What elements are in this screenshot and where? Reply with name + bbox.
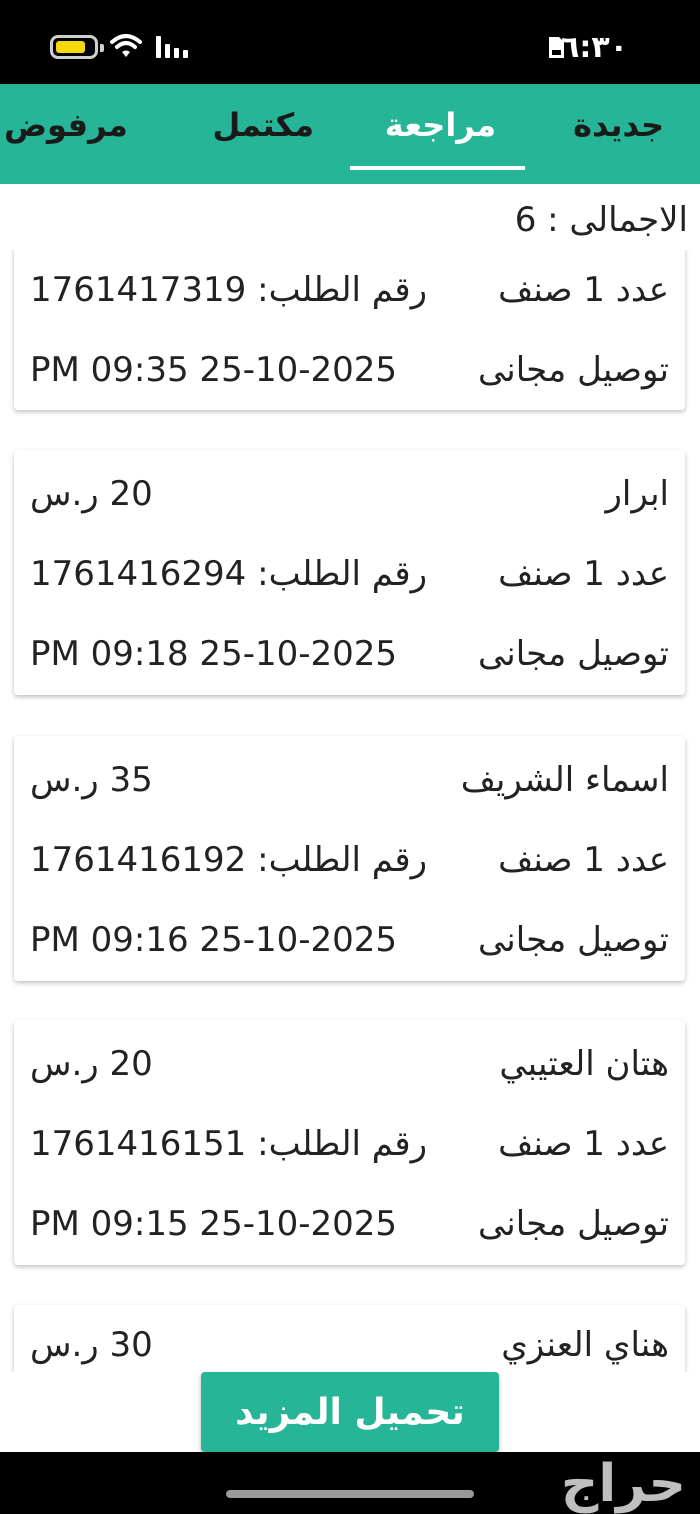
active-tab-indicator xyxy=(350,166,525,170)
items-count: عدد 1 صنف xyxy=(498,840,669,880)
home-indicator[interactable] xyxy=(226,1490,474,1498)
items-count: عدد 1 صنف xyxy=(498,270,669,310)
order-row-customer: هتان العتيبي 20 ر.س xyxy=(14,1044,685,1094)
order-row-items: عدد 1 صنف رقم الطلب: 1761416294 xyxy=(14,554,685,604)
battery-level-fill xyxy=(56,41,85,53)
orders-list[interactable]: عدد 1 صنف رقم الطلب: 1761417319 توصيل مج… xyxy=(0,250,700,1372)
order-card[interactable]: هناي العنزي 30 ر.س xyxy=(14,1305,685,1372)
customer-name: هتان العتيبي xyxy=(499,1044,669,1084)
items-count: عدد 1 صنف xyxy=(498,1124,669,1164)
order-card[interactable]: اسماء الشريف 35 ر.س عدد 1 صنف رقم الطلب:… xyxy=(14,736,685,981)
status-bar: ٦:٣٠ xyxy=(0,0,700,84)
wifi-icon xyxy=(110,34,142,57)
tab-rejected[interactable]: مرفوض xyxy=(4,106,128,144)
customer-name: هناي العنزي xyxy=(501,1325,669,1365)
order-card[interactable]: عدد 1 صنف رقم الطلب: 1761417319 توصيل مج… xyxy=(14,250,685,410)
order-price: 20 ر.س xyxy=(30,474,153,514)
delivery-type: توصيل مجانى xyxy=(477,350,669,390)
order-number: رقم الطلب: 1761417319 xyxy=(30,270,428,310)
load-more-button[interactable]: تحميل المزيد xyxy=(201,1372,499,1452)
battery-icon xyxy=(50,35,104,59)
tab-review[interactable]: مراجعة xyxy=(385,106,496,144)
signal-icon xyxy=(156,36,188,58)
order-card[interactable]: ابرار 20 ر.س عدد 1 صنف رقم الطلب: 176141… xyxy=(14,450,685,695)
order-row-delivery: توصيل مجانى PM 09:18 25-10-2025 xyxy=(14,634,685,684)
delivery-type: توصيل مجانى xyxy=(477,634,669,674)
watermark-logo: حراج xyxy=(560,1454,686,1514)
order-number: رقم الطلب: 1761416294 xyxy=(30,554,428,594)
order-price: 20 ر.س xyxy=(30,1044,153,1084)
order-number: رقم الطلب: 1761416151 xyxy=(30,1124,428,1164)
customer-name: اسماء الشريف xyxy=(460,760,669,800)
order-row-customer: ابرار 20 ر.س xyxy=(14,474,685,524)
order-row-items: عدد 1 صنف رقم الطلب: 1761416151 xyxy=(14,1124,685,1174)
order-row-customer: هناي العنزي 30 ر.س xyxy=(14,1325,685,1372)
order-row-delivery: توصيل مجانى PM 09:35 25-10-2025 xyxy=(14,350,685,400)
order-datetime: PM 09:18 25-10-2025 xyxy=(30,634,398,674)
clock: ٦:٣٠ xyxy=(561,30,628,65)
bottom-bar: حراج xyxy=(0,1452,700,1514)
order-row-items: عدد 1 صنف رقم الطلب: 1761417319 xyxy=(14,270,685,320)
delivery-type: توصيل مجانى xyxy=(477,1204,669,1244)
order-datetime: PM 09:15 25-10-2025 xyxy=(30,1204,398,1244)
order-datetime: PM 09:35 25-10-2025 xyxy=(30,350,398,390)
order-row-delivery: توصيل مجانى PM 09:16 25-10-2025 xyxy=(14,920,685,970)
order-price: 30 ر.س xyxy=(30,1325,153,1365)
tab-completed[interactable]: مكتمل xyxy=(213,106,315,144)
order-row-delivery: توصيل مجانى PM 09:15 25-10-2025 xyxy=(14,1204,685,1254)
order-card[interactable]: هتان العتيبي 20 ر.س عدد 1 صنف رقم الطلب:… xyxy=(14,1020,685,1265)
order-datetime: PM 09:16 25-10-2025 xyxy=(30,920,398,960)
total-count: الاجمالى : 6 xyxy=(514,200,688,240)
delivery-type: توصيل مجانى xyxy=(477,920,669,960)
order-row-items: عدد 1 صنف رقم الطلب: 1761416192 xyxy=(14,840,685,890)
tab-new[interactable]: جديدة xyxy=(573,106,664,144)
order-number: رقم الطلب: 1761416192 xyxy=(30,840,428,880)
items-count: عدد 1 صنف xyxy=(498,554,669,594)
order-row-customer: اسماء الشريف 35 ر.س xyxy=(14,760,685,810)
order-price: 35 ر.س xyxy=(30,760,153,800)
customer-name: ابرار xyxy=(605,474,669,514)
